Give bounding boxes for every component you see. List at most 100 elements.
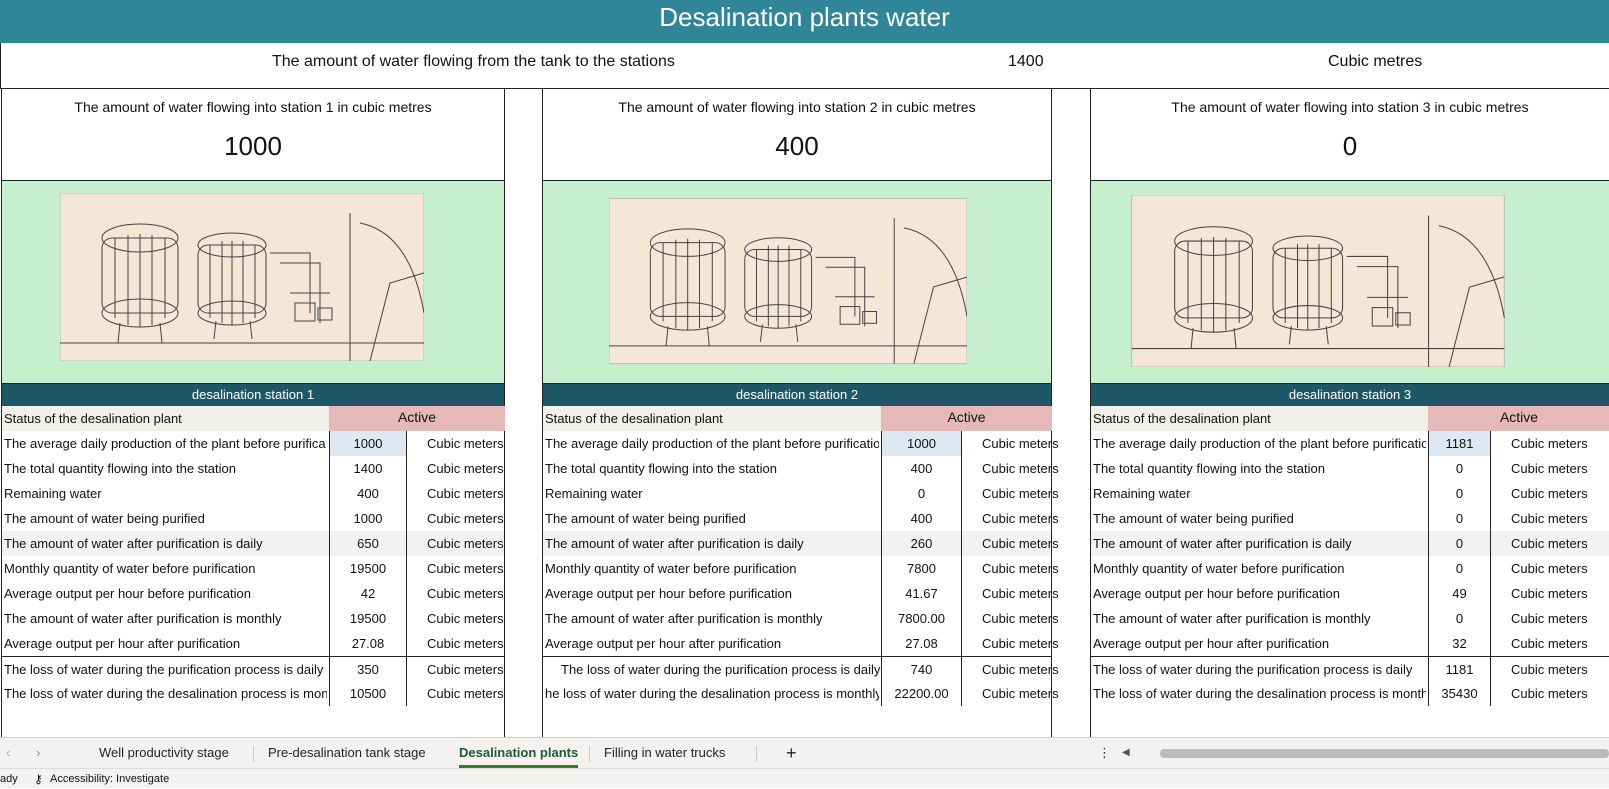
table-row[interactable]: The average daily production of the plan… <box>2 431 504 456</box>
horizontal-scrollbar[interactable] <box>1160 749 1609 758</box>
table-row[interactable]: he loss of water during the desalination… <box>543 681 1059 706</box>
table-row[interactable]: Monthly quantity of water before purific… <box>2 556 504 581</box>
row-value[interactable]: 740 <box>881 657 961 682</box>
row-value[interactable]: 0 <box>1428 506 1490 531</box>
row-value[interactable]: 0 <box>1428 556 1490 581</box>
row-value[interactable]: 1000 <box>329 431 406 456</box>
table-row[interactable]: The amount of water after purification i… <box>2 531 504 556</box>
station-status-row[interactable]: Status of the desalination plant Active <box>2 406 505 431</box>
accessibility-status[interactable]: Accessibility: Investigate <box>50 769 169 789</box>
status-badge[interactable]: Active <box>329 406 505 431</box>
row-value[interactable]: 0 <box>1428 531 1490 556</box>
tab-well-productivity[interactable]: Well productivity stage <box>99 738 229 768</box>
desalination-tanks-illustration[interactable] <box>1129 195 1507 367</box>
row-value[interactable]: 27.08 <box>881 631 961 656</box>
row-value[interactable]: 400 <box>329 481 406 506</box>
row-value[interactable]: 350 <box>329 657 406 682</box>
row-value[interactable]: 19500 <box>329 556 406 581</box>
table-row[interactable]: The loss of water during the desalinatio… <box>2 681 504 706</box>
table-row[interactable]: The amount of water after purification i… <box>543 531 1059 556</box>
row-value[interactable]: 260 <box>881 531 961 556</box>
table-row[interactable]: The total quantity flowing into the stat… <box>1091 456 1609 481</box>
station-name-bar: desalination station 1 <box>2 384 504 406</box>
tank-flow-row[interactable]: The amount of water flowing from the tan… <box>0 43 1609 89</box>
add-sheet-button[interactable]: + <box>786 738 797 768</box>
table-row[interactable]: The amount of water being purified 1000 Cu… <box>2 506 504 531</box>
row-value[interactable]: 35430 <box>1428 681 1490 706</box>
station-status-row[interactable]: Status of the desalination plant Active <box>1091 406 1609 431</box>
accessibility-icon[interactable]: ⚷ <box>34 769 43 789</box>
row-value[interactable]: 19500 <box>329 606 406 631</box>
table-row[interactable]: Monthly quantity of water before purific… <box>1091 556 1609 581</box>
scroll-left-icon[interactable]: ◀ <box>1122 738 1130 768</box>
table-row[interactable]: The average daily production of the plan… <box>1091 431 1609 456</box>
row-value[interactable]: 27.08 <box>329 631 406 656</box>
table-row[interactable]: Average output per hour before purificat… <box>543 581 1059 606</box>
table-row[interactable]: Average output per hour before purificat… <box>1091 581 1609 606</box>
ready-status: ady <box>0 773 18 785</box>
station-inflow-value[interactable]: 0 <box>1091 115 1609 162</box>
table-row[interactable]: The average daily production of the plan… <box>543 431 1059 456</box>
table-row[interactable]: Average output per hour after purificati… <box>543 631 1059 656</box>
more-options-icon[interactable]: ⋮ <box>1098 738 1111 768</box>
row-value[interactable]: 0 <box>1428 481 1490 506</box>
row-value[interactable]: 32 <box>1428 631 1490 656</box>
station-inflow-title: The amount of water flowing into station… <box>74 99 432 115</box>
table-row[interactable]: The loss of water during the purificatio… <box>1091 656 1609 682</box>
row-unit: Cubic meters <box>406 681 504 706</box>
row-value[interactable]: 49 <box>1428 581 1490 606</box>
table-row[interactable]: The amount of water after purification i… <box>1091 606 1609 631</box>
row-value[interactable]: 0 <box>881 481 961 506</box>
row-value[interactable]: 1000 <box>881 431 961 456</box>
scroll-tabs-left-icon[interactable]: ‹ <box>6 738 10 768</box>
row-value[interactable]: 400 <box>881 506 961 531</box>
table-row[interactable]: The total quantity flowing into the stat… <box>2 456 504 481</box>
scroll-tabs-right-icon[interactable]: › <box>36 738 40 768</box>
row-value[interactable]: 7800 <box>881 556 961 581</box>
table-row[interactable]: The loss of water during the desalinatio… <box>1091 681 1609 706</box>
desalination-tanks-illustration[interactable] <box>609 195 967 367</box>
tab-filling-water-trucks[interactable]: Filling in water trucks <box>604 738 725 768</box>
row-value[interactable]: 1400 <box>329 456 406 481</box>
row-value[interactable]: 42 <box>329 581 406 606</box>
row-value[interactable]: 7800.00 <box>881 606 961 631</box>
row-value[interactable]: 650 <box>329 531 406 556</box>
tab-pre-desalination-tank[interactable]: Pre-desalination tank stage <box>268 738 426 768</box>
row-value[interactable]: 1181 <box>1428 431 1490 456</box>
station-inflow-value[interactable]: 400 <box>543 115 1051 162</box>
row-value[interactable]: 1000 <box>329 506 406 531</box>
table-row[interactable]: The total quantity flowing into the stat… <box>543 456 1059 481</box>
table-row[interactable]: The loss of water during the purificatio… <box>543 656 1059 682</box>
table-row[interactable]: Remaining water 0 Cubic meters <box>1091 481 1609 506</box>
table-row[interactable]: The amount of water being purified 0 Cubic… <box>1091 506 1609 531</box>
table-row[interactable]: The amount of water after purification i… <box>2 606 504 631</box>
tab-desalination-plants[interactable]: Desalination plants <box>459 738 579 768</box>
row-value[interactable]: 400 <box>881 456 961 481</box>
station-inflow-header: The amount of water flowing into station… <box>1091 89 1609 181</box>
table-row[interactable]: Monthly quantity of water before purific… <box>543 556 1059 581</box>
row-value[interactable]: 10500 <box>329 681 406 706</box>
table-row[interactable]: The amount of water being purified 400 Cub… <box>543 506 1059 531</box>
row-value[interactable]: 0 <box>1428 606 1490 631</box>
row-unit: Cubic meters <box>1490 657 1588 682</box>
row-value[interactable]: 41.67 <box>881 581 961 606</box>
table-row[interactable]: The amount of water after purification i… <box>543 606 1059 631</box>
table-row[interactable]: Remaining water 400 Cubic meters <box>2 481 504 506</box>
row-label: Monthly quantity of water before purific… <box>1093 561 1345 576</box>
row-value[interactable]: 22200.00 <box>881 681 961 706</box>
station-status-row[interactable]: Status of the desalination plant Active <box>543 406 1052 431</box>
row-value[interactable]: 1181 <box>1428 657 1490 682</box>
table-row[interactable]: Average output per hour after purificati… <box>1091 631 1609 656</box>
station-inflow-value[interactable]: 1000 <box>2 115 504 162</box>
status-badge[interactable]: Active <box>1428 406 1609 431</box>
table-row[interactable]: Average output per hour after purificati… <box>2 631 504 656</box>
table-row[interactable]: Average output per hour before purificat… <box>2 581 504 606</box>
station-name-bar: desalination station 3 <box>1091 384 1609 406</box>
row-value[interactable]: 0 <box>1428 456 1490 481</box>
table-row[interactable]: The amount of water after purification i… <box>1091 531 1609 556</box>
desalination-tanks-illustration[interactable] <box>60 193 424 361</box>
row-label: The amount of water being purified <box>4 511 205 526</box>
status-badge[interactable]: Active <box>881 406 1052 431</box>
table-row[interactable]: Remaining water 0 Cubic meters <box>543 481 1059 506</box>
table-row[interactable]: The loss of water during the purificatio… <box>2 656 504 682</box>
